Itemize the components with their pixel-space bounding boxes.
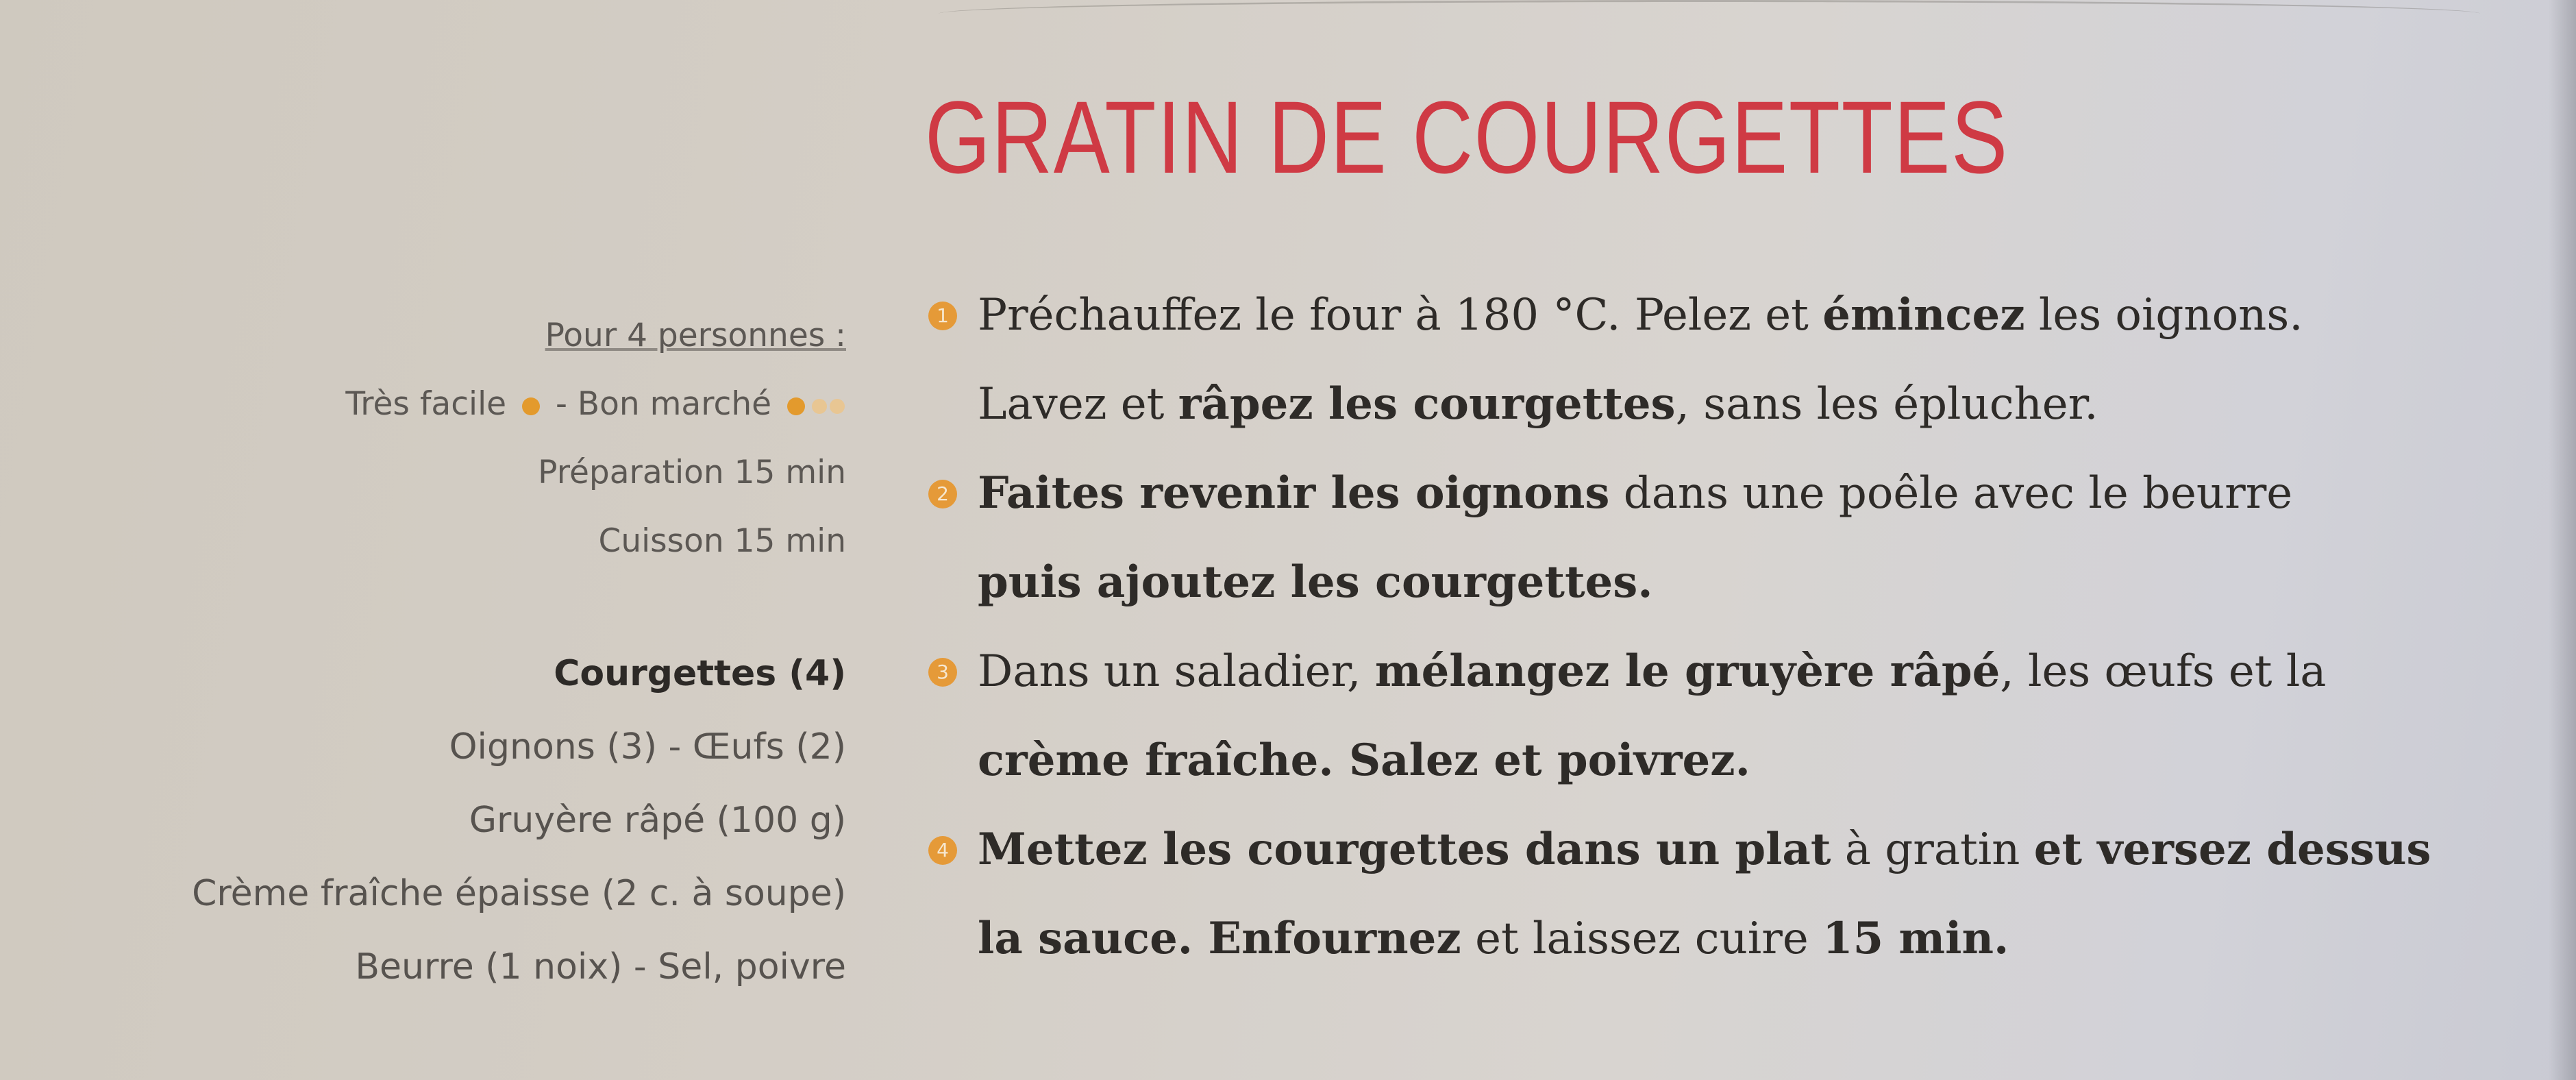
step-text-bold: la sauce. Enfournez [978,913,1461,964]
step-text-line: Faites revenir les oignons dans une poêl… [978,449,2470,538]
page-fold-line [939,0,2480,23]
ingredients-list: Courgettes (4) Oignons (3) - Œufs (2) Gr… [0,637,846,1004]
step-text-bold: puis ajoutez les courgettes. [978,556,1653,608]
step-text-bold: émincez [1822,289,2025,341]
step-text-line: crème fraîche. Salez et poivrez. [978,716,2470,805]
step-number-badge: 4 [928,836,957,865]
step-text-bold: mélangez le gruyère râpé [1374,646,2001,697]
recipe-step: 2 Faites revenir les oignons dans une poê… [928,449,2470,627]
step-text-bold: et versez dessus [2033,824,2431,875]
recipe-step: 1 Préchauffez le four à 180 °C. Pelez et … [928,271,2470,449]
step-text: Préchauffez le four à 180 °C. Pelez et [978,290,1823,341]
step-text-bold: Faites revenir les oignons [978,467,1610,519]
step-text: et laissez cuire [1461,913,1823,964]
price-rating-empty-dot-icon [830,398,845,414]
main-ingredient: Courgettes (4) [554,653,846,694]
step-number-badge: 2 [928,480,957,508]
recipe-steps: 1 Préchauffez le four à 180 °C. Pelez et … [928,271,2470,983]
recipe-title: GRATIN DE COURGETTES [925,79,2009,195]
portions-line: Pour 4 personnes : [24,302,846,370]
ingredient-line: Gruyère râpé (100 g) [469,800,846,841]
step-text: , sans les éplucher. [1675,379,2098,430]
difficulty-price-line: Très facile - Bon marché [24,370,846,439]
step-text-bold: râpez les courgettes [1178,378,1676,430]
preparation-time: Préparation 15 min [538,454,846,491]
step-text-line: Lavez et râpez les courgettes, sans les … [978,360,2470,449]
step-text-line: Mettez les courgettes dans un plat à gra… [978,805,2470,894]
separator-text: - [555,385,567,423]
recipe-step: 3 Dans un saladier, mélangez le gruyère r… [928,627,2470,805]
step-text-line: Préchauffez le four à 180 °C. Pelez et é… [978,271,2470,360]
step-text-line: la sauce. Enfournez et laissez cuire 15 … [978,894,2470,983]
difficulty-rating-dot-icon [522,397,541,415]
price-text: Bon marché [577,385,772,423]
recipe-step: 4 Mettez les courgettes dans un plat à gr… [928,805,2470,983]
step-number-badge: 3 [928,658,957,687]
cooking-time: Cuisson 15 min [598,522,847,560]
page-edge-shadow [2549,0,2576,1080]
portions-text: Pour 4 personnes : [545,317,846,354]
step-text: dans une poêle avec le beurre [1609,468,2293,519]
ingredient-line: Crème fraîche épaisse (2 c. à soupe) [192,873,846,914]
step-text: les oignons. [2024,290,2303,341]
price-rating-dot-icon [787,397,805,415]
step-text: , les œufs et la [2000,646,2327,697]
step-text: à gratin [1831,824,2034,875]
price-rating-empty-dot-icon [812,398,827,414]
step-text: Dans un saladier, [978,646,1375,697]
step-text-bold: 15 min. [1822,913,2009,964]
step-text-bold: crème fraîche. Salez et poivrez. [978,735,1750,786]
difficulty-text: Très facile [345,385,507,423]
step-text-line: puis ajoutez les courgettes. [978,538,2470,627]
step-text-line: Dans un saladier, mélangez le gruyère râ… [978,627,2470,716]
step-text-bold: Mettez les courgettes dans un plat [978,824,1831,875]
ingredient-line: Beurre (1 noix) - Sel, poivre [355,946,846,987]
step-text: Lavez et [978,379,1178,430]
ingredient-line: Oignons (3) - Œufs (2) [449,726,846,768]
step-number-badge: 1 [928,302,957,330]
recipe-info: Pour 4 personnes : Très facile - Bon mar… [24,302,846,576]
